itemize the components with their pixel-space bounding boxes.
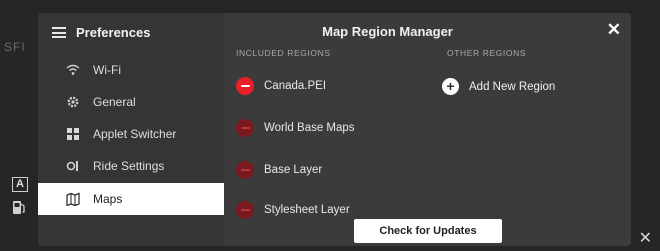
- sidebar-item-label: Ride Settings: [93, 159, 165, 173]
- ride-settings-icon: [66, 161, 78, 171]
- remove-region-icon[interactable]: [236, 119, 254, 137]
- add-new-region-label: Add New Region: [469, 80, 556, 93]
- add-new-region-button[interactable]: + Add New Region: [442, 78, 555, 95]
- sidebar-item-label: Maps: [93, 192, 123, 206]
- background-peek-text: SFI: [4, 40, 26, 54]
- remove-region-icon[interactable]: [236, 77, 254, 95]
- map-region-manager-dialog: Preferences Wi-Fi General Applet Switche…: [38, 13, 631, 246]
- remove-region-icon[interactable]: [236, 201, 254, 219]
- region-label: World Base Maps: [264, 122, 355, 134]
- auto-mode-icon: A: [12, 177, 28, 192]
- region-label: Canada.PEI: [264, 80, 327, 92]
- sidebar-item-general[interactable]: General: [38, 86, 224, 118]
- region-row-base-layer: Base Layer: [236, 161, 322, 179]
- remove-region-icon[interactable]: [236, 161, 254, 179]
- preferences-title: Preferences: [76, 25, 151, 40]
- sidebar-item-ride-settings[interactable]: Ride Settings: [38, 150, 224, 182]
- region-row-stylesheet-layer: Stylesheet Layer: [236, 201, 350, 219]
- sidebar-item-applet-switcher[interactable]: Applet Switcher: [38, 118, 224, 150]
- sidebar-item-label: General: [93, 95, 136, 109]
- included-regions-heading: INCLUDED REGIONS: [236, 48, 331, 58]
- map-icon: [66, 192, 80, 206]
- dialog-title: Map Region Manager: [322, 24, 453, 39]
- menu-icon[interactable]: [52, 27, 66, 38]
- region-label: Base Layer: [264, 164, 323, 176]
- plus-icon: +: [442, 78, 459, 95]
- region-label: Stylesheet Layer: [264, 204, 350, 216]
- sidebar-item-label: Wi-Fi: [93, 63, 121, 77]
- preferences-header: Preferences: [52, 25, 150, 40]
- gear-icon: [67, 96, 79, 108]
- region-row-world-base-maps: World Base Maps: [236, 119, 355, 137]
- region-row-canada-pei: Canada.PEI: [236, 77, 326, 95]
- wifi-icon: [66, 64, 80, 75]
- sidebar-item-maps[interactable]: Maps: [38, 183, 224, 215]
- check-for-updates-button[interactable]: Check for Updates: [354, 219, 502, 243]
- fuel-pump-icon: [13, 201, 25, 214]
- close-button[interactable]: ✕: [607, 21, 621, 38]
- preferences-sidebar: Preferences Wi-Fi General Applet Switche…: [38, 13, 224, 246]
- sidebar-item-wifi[interactable]: Wi-Fi: [38, 54, 224, 86]
- other-regions-heading: OTHER REGIONS: [447, 48, 527, 58]
- sidebar-item-label: Applet Switcher: [93, 127, 177, 141]
- background-close-icon[interactable]: ✕: [639, 231, 652, 247]
- grid-icon: [67, 128, 79, 140]
